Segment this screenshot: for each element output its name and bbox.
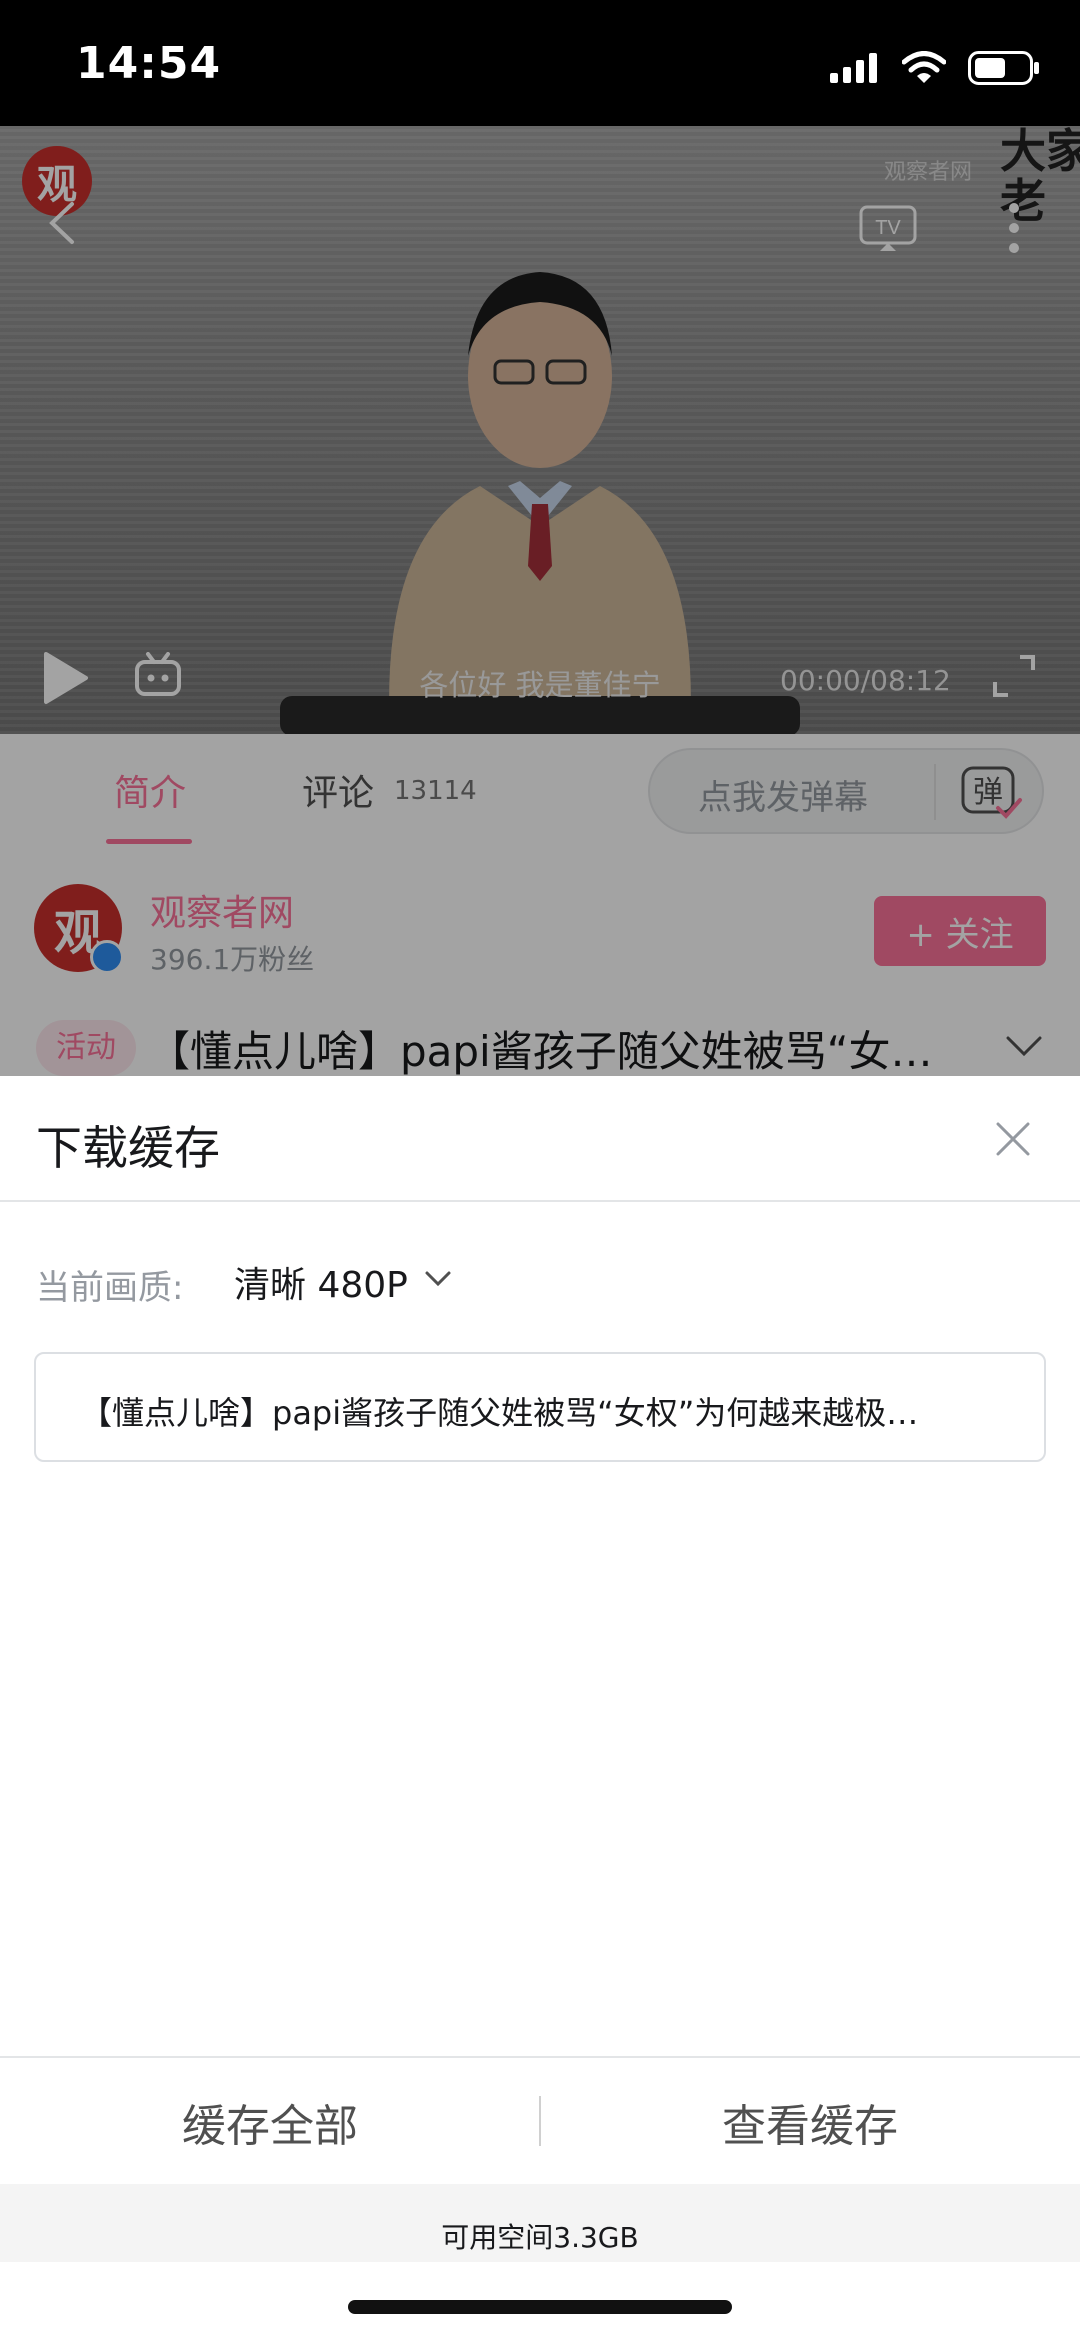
quality-selector[interactable]: 清晰 480P (234, 1256, 408, 1308)
home-indicator (348, 2300, 732, 2314)
quality-label: 当前画质: (36, 1268, 184, 1308)
status-bar: 14:54 (0, 0, 1080, 126)
available-storage: 可用空间3.3GB (441, 2221, 639, 2254)
close-icon[interactable] (994, 1120, 1032, 1158)
chevron-down-icon[interactable] (424, 1270, 452, 1288)
sheet-header: 下载缓存 (0, 1076, 1080, 1202)
sheet-title: 下载缓存 (36, 1121, 220, 1175)
download-cache-sheet: 下载缓存 当前画质: 清晰 480P 【懂点儿啥】papi酱孩子随父姓被骂“女权… (0, 1076, 1080, 2338)
episode-title: 【懂点儿啥】papi酱孩子随父姓被骂“女权”为何越来越极… (80, 1394, 919, 1432)
battery-icon (968, 51, 1039, 85)
status-icons (830, 48, 1040, 88)
modal-overlay[interactable] (0, 126, 1080, 1076)
wifi-icon (902, 51, 946, 83)
sheet-footer: 缓存全部 查看缓存 可用空间3.3GB (0, 2056, 1080, 2262)
status-time: 14:54 (76, 38, 222, 89)
episode-item[interactable]: 【懂点儿啥】papi酱孩子随父姓被骂“女权”为何越来越极… (34, 1352, 1046, 1462)
cache-all-button[interactable]: 缓存全部 (0, 2058, 540, 2186)
cellular-signal-icon (830, 53, 877, 83)
sheet-actions: 缓存全部 查看缓存 (0, 2056, 1080, 2184)
view-cache-button[interactable]: 查看缓存 (540, 2058, 1080, 2186)
